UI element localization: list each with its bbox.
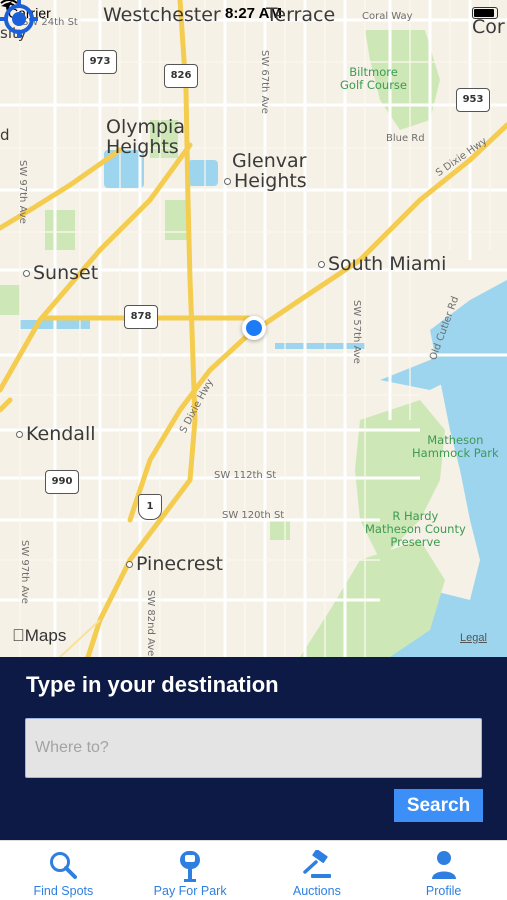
place-westchester: Westchester [103,4,221,26]
place-dot [224,178,231,185]
locate-me-icon[interactable] [0,0,38,38]
street-sw-120th: SW 120th St [222,510,285,521]
street-sw-97th-bottom: SW 97th Ave [19,540,30,604]
street-blue-rd: Blue Rd [386,133,425,144]
maps-attribution: Maps [12,626,67,645]
destination-panel: Type in your destination Search [0,657,507,840]
tab-profile-label: Profile [425,884,462,898]
destination-input[interactable] [25,718,482,778]
place-pinecrest: Pinecrest [126,553,223,575]
legal-link[interactable]: Legal [460,632,487,644]
place-kendall: Kendall [16,423,96,445]
route-shield-826: 826 [164,64,198,88]
tab-find-spots-label: Find Spots [33,884,94,898]
place-olympia: Olympia [106,116,185,138]
gavel-icon [303,850,331,878]
person-icon [431,851,456,879]
route-shield-878: 878 [124,305,158,329]
place-pinecrest-label: Pinecrest [136,553,223,575]
map-view[interactable]: Carrier 8:27 AM Westchester Terrace Cor … [0,0,507,657]
place-south-miami-label: South Miami [328,253,447,275]
park-biltmore: Biltmore Golf Course [340,65,407,92]
place-dot [16,431,23,438]
place-cor: Cor [472,16,505,38]
tab-profile[interactable]: Profile [380,841,507,900]
maps-logo: Maps [12,626,66,646]
tab-pay-for-park[interactable]: Pay For Park [127,841,254,900]
park-r-hardy: R Hardy Matheson County Preserve [365,509,466,549]
place-sunset: Sunset [23,262,98,284]
place-d: d [0,126,10,144]
place-dot [23,270,30,277]
tab-pay-for-park-label: Pay For Park [153,884,227,898]
place-south-miami: South Miami [318,253,446,275]
place-dot [126,561,133,568]
place-glenvar: Glenvar [232,150,307,172]
street-coral-way: Coral Way [362,11,413,22]
destination-title: Type in your destination [26,672,279,697]
place-olympia-heights: Heights [106,136,179,158]
place-dot [318,261,325,268]
place-glenvar-heights: Heights [224,170,307,192]
park-matheson-hammock: Matheson Hammock Park [412,433,499,460]
tab-auctions-label: Auctions [292,884,341,898]
search-button[interactable]: Search [394,789,483,822]
street-sw-97th-top: SW 97th Ave [17,160,28,224]
tab-find-spots[interactable]: Find Spots [0,841,127,900]
place-glenvar-heights-label: Heights [234,170,307,192]
route-shield-973: 973 [83,50,117,74]
route-shield-953: 953 [456,88,490,112]
place-sunset-label: Sunset [33,262,99,284]
route-shield-us1: 1 [138,494,162,520]
route-shield-990: 990 [45,470,79,494]
street-sw-82nd: SW 82nd Ave [145,590,156,657]
place-kendall-label: Kendall [26,423,96,445]
street-sw-67th: SW 67th Ave [259,50,270,114]
street-sw-57th: SW 57th Ave [351,300,362,364]
apple-icon:  [12,626,25,645]
tab-auctions[interactable]: Auctions [254,841,381,900]
tab-bar: Find Spots Pay For Park Auctions Profile [0,840,507,900]
current-location-dot [242,316,266,340]
place-terrace: Terrace [266,4,336,26]
street-sw-112th: SW 112th St [214,470,277,481]
parking-meter-icon [180,851,201,882]
search-icon [50,852,78,879]
